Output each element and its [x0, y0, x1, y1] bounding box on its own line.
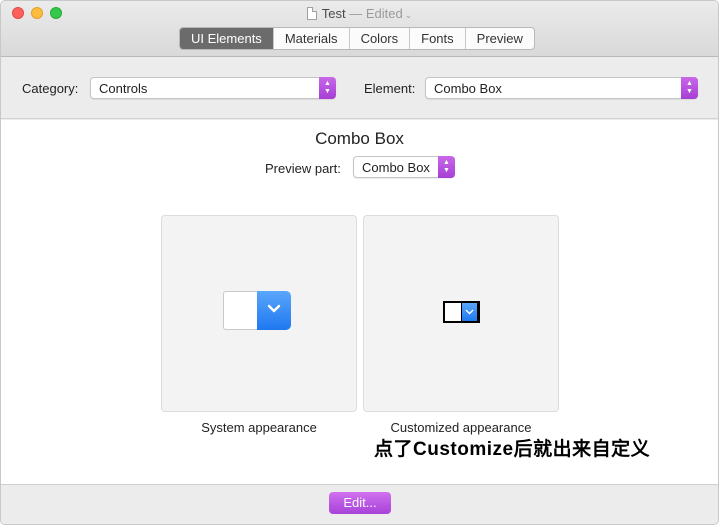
tab-materials[interactable]: Materials	[274, 28, 350, 49]
customized-appearance-panel	[363, 215, 559, 412]
footer-bar: Edit...	[1, 484, 718, 524]
preview-part-popup[interactable]: Combo Box ▲ ▼	[353, 156, 455, 178]
edit-button[interactable]: Edit...	[329, 492, 391, 514]
element-value: Combo Box	[434, 81, 502, 96]
system-appearance-caption: System appearance	[201, 420, 317, 435]
preview-part-value: Combo Box	[362, 160, 430, 175]
up-down-chevron-icon: ▲ ▼	[319, 77, 336, 99]
window-title[interactable]: Test — Edited ⌄	[1, 6, 718, 21]
window-title-text: Test	[321, 6, 346, 21]
element-heading: Combo Box	[315, 129, 404, 148]
tab-fonts[interactable]: Fonts	[410, 28, 466, 49]
selection-bar: Category: Controls ▲ ▼ Element: Combo Box…	[1, 57, 718, 119]
category-popup[interactable]: Controls ▲ ▼	[90, 77, 336, 99]
category-label: Category:	[22, 81, 79, 96]
tab-colors[interactable]: Colors	[350, 28, 411, 49]
system-combo-box-sample	[223, 291, 291, 330]
customized-appearance-caption: Customized appearance	[390, 420, 532, 435]
up-down-chevron-icon: ▲ ▼	[438, 156, 455, 178]
custom-combo-box-sample	[443, 301, 480, 323]
document-icon	[306, 7, 317, 20]
tab-bar: UI Elements Materials Colors Fonts Previ…	[179, 27, 535, 50]
tab-preview[interactable]: Preview	[466, 28, 534, 49]
chevron-down-icon	[267, 304, 281, 313]
title-bar: Test — Edited ⌄ UI Elements Materials Col…	[1, 1, 718, 57]
tab-ui-elements[interactable]: UI Elements	[180, 28, 274, 49]
system-appearance-panel	[161, 215, 357, 412]
chevron-down-icon: ⌄	[404, 10, 413, 20]
combo-text-field	[445, 303, 461, 321]
category-value: Controls	[99, 81, 148, 96]
element-label: Element:	[364, 81, 416, 96]
up-down-chevron-icon: ▲ ▼	[681, 77, 698, 99]
combo-dropdown-button	[257, 291, 291, 330]
element-popup[interactable]: Combo Box ▲ ▼	[425, 77, 698, 99]
combo-text-field	[223, 291, 259, 330]
app-window: Test — Edited ⌄ UI Elements Materials Col…	[0, 0, 719, 525]
chevron-down-icon	[465, 309, 474, 315]
preview-area: Combo Box Preview part: Combo Box ▲ ▼ Sys…	[1, 120, 718, 484]
annotation-note: 点了Customize后就出来自定义	[374, 439, 651, 460]
combo-dropdown-button	[462, 303, 477, 321]
preview-part-label: Preview part:	[265, 161, 341, 176]
edited-status: — Edited	[349, 6, 403, 21]
